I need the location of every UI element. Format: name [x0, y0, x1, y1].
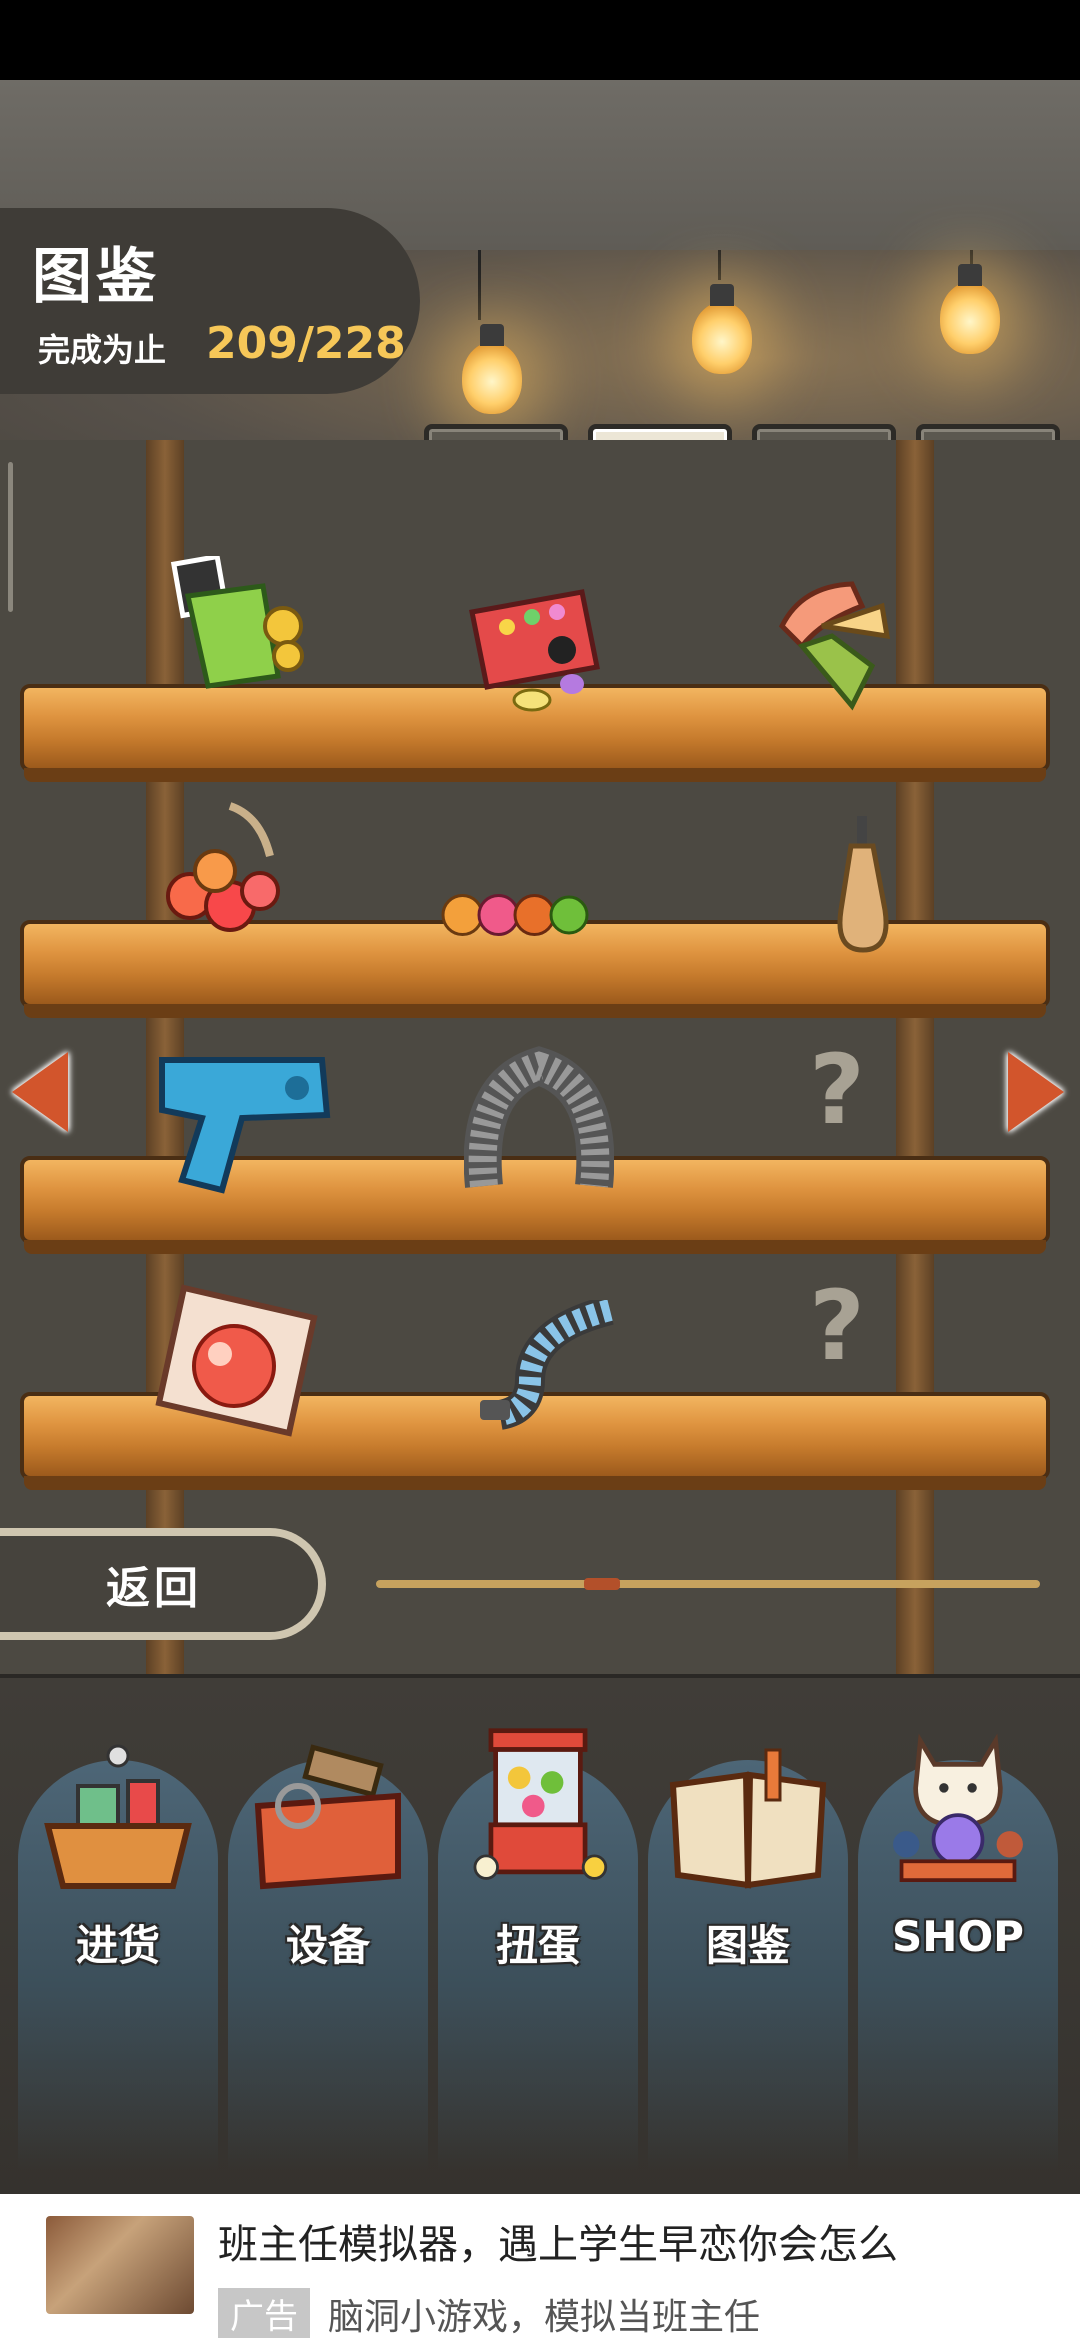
back-button[interactable]: 返回 — [0, 1528, 326, 1640]
ad-subtitle[interactable]: 脑洞小游戏，模拟当班主任 — [328, 2288, 760, 2340]
gacha-machine-icon — [473, 1728, 608, 1880]
toolbox-icon — [254, 1744, 401, 1890]
candy-balls-icon[interactable] — [440, 840, 590, 990]
water-gun-icon[interactable] — [152, 1040, 332, 1200]
light-bulb-icon — [692, 284, 752, 374]
progress-label: 完成为止 — [38, 331, 167, 369]
nav-label-shop: SHOP — [892, 1912, 1024, 1961]
light-bulb-icon — [940, 264, 1000, 354]
open-book-icon — [669, 1748, 827, 1889]
snack-bag-icon[interactable] — [168, 556, 318, 706]
bottle-icon[interactable] — [788, 810, 938, 960]
candy-bag-icon[interactable] — [154, 1278, 324, 1438]
unknown-item-mark[interactable]: ? — [792, 1270, 882, 1382]
party-blower-icon[interactable] — [470, 1300, 620, 1430]
page-title: 图鉴 — [32, 242, 160, 312]
ad-title[interactable]: 班主任模拟器，遇上学生早恋你会怎么 — [218, 2212, 898, 2270]
unknown-item-mark[interactable]: ? — [792, 1034, 882, 1146]
status-bar — [0, 0, 1080, 80]
ice-cream-cone-icon[interactable] — [762, 566, 912, 716]
progress-value: 209/228 — [206, 318, 406, 369]
previous-page-arrow-icon[interactable] — [12, 1052, 68, 1132]
candy-box-icon[interactable] — [462, 572, 612, 722]
page-indicator-thumb — [584, 1578, 620, 1590]
page-indicator-track — [376, 1580, 1040, 1588]
lucky-cat-icon — [893, 1733, 1023, 1882]
scroll-indicator — [8, 462, 13, 612]
nav-label-encyclopedia: 图鉴 — [705, 1921, 790, 1970]
light-bulb-icon — [462, 324, 522, 414]
nav-label-goods: 进货 — [75, 1921, 160, 1970]
slinky-icon[interactable] — [464, 1046, 614, 1196]
ad-banner[interactable]: 班主任模拟器，遇上学生早恋你会怎么 广告 脑洞小游戏，模拟当班主任 — [0, 2194, 1080, 2340]
balloon-bunch-icon[interactable] — [160, 796, 310, 946]
goods-basket-icon — [44, 1744, 192, 1889]
ad-tag: 广告 — [218, 2288, 310, 2338]
ad-thumbnail[interactable] — [46, 2216, 194, 2314]
nav-label-equipment: 设备 — [285, 1921, 370, 1970]
nav-label-gacha: 扭蛋 — [495, 1921, 580, 1970]
next-page-arrow-icon[interactable] — [1008, 1052, 1064, 1132]
